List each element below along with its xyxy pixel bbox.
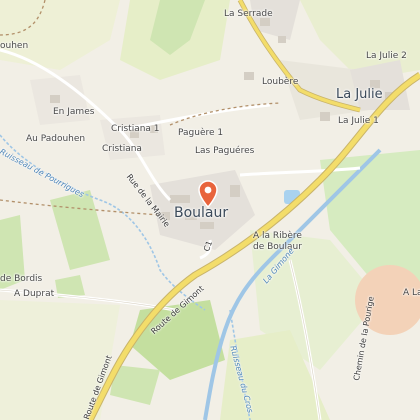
place-label-a-duprat: A Duprat xyxy=(14,289,55,299)
place-label-cristiana: Cristiana xyxy=(102,144,142,154)
place-label-loubere: Loubère xyxy=(262,77,299,87)
field-area xyxy=(0,0,120,70)
place-label-boulaur: Boulaur xyxy=(174,205,229,221)
place-label-la-julie: La Julie xyxy=(336,87,383,102)
place-label-la-julie-2: La Julie 2 xyxy=(366,51,407,61)
place-label-paguere-1: Paguère 1 xyxy=(178,128,224,138)
place-label-de-bordis: de Bordis xyxy=(0,274,43,284)
place-label-padouhen-top: ouhen xyxy=(0,41,29,51)
place-label-la-julie-1: La Julie 1 xyxy=(338,116,379,126)
place-label-la-serrade: La Serrade xyxy=(224,9,273,19)
place-label-cristiana-1: Cristiana 1 xyxy=(111,124,160,134)
place-label-au-padouhen: Au Padouhen xyxy=(26,134,86,144)
place-label-en-james: En James xyxy=(53,107,95,117)
forest-area xyxy=(50,190,110,270)
map-canvas[interactable]: La Serrade La Julie 2 Loubère La Julie L… xyxy=(0,0,420,420)
place-label-a-la-ribere: A la Ribère xyxy=(253,231,302,241)
place-label-a-la: A La xyxy=(403,288,420,298)
map-pin-icon[interactable] xyxy=(197,180,219,208)
place-label-las-pagueres: Las Paguéres xyxy=(195,146,255,156)
map-pin-shape xyxy=(198,180,218,208)
